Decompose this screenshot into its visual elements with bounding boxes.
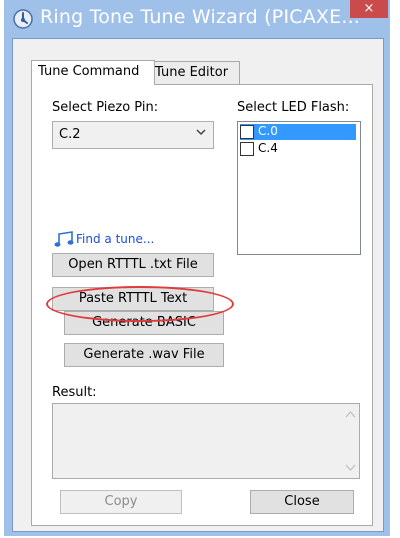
generate-basic-button[interactable]: Generate BASIC [64,311,224,335]
dialog-client-area: Tune Command Tune Editor Select Piezo Pi… [12,38,384,532]
piezo-pin-label: Select Piezo Pin: [52,100,159,115]
wizard-window: Ring Tone Tune Wizard (PICAXE... × Tune … [4,0,390,536]
piezo-pin-select[interactable]: C.2 [52,121,214,149]
led-checkbox-c4[interactable] [240,142,254,156]
result-label: Result: [52,385,97,400]
paste-rtttl-text-button[interactable]: Paste RTTTL Text [52,287,214,311]
piezo-pin-value: C.2 [59,127,81,142]
led-checkbox-c0[interactable] [240,125,254,139]
scroll-down-arrow-icon[interactable] [345,464,356,472]
led-flash-label: Select LED Flash: [237,100,350,115]
find-a-tune-link[interactable]: Find a tune... [76,232,154,246]
copy-button[interactable]: Copy [60,490,182,514]
tune-command-panel: Select Piezo Pin: C.2 Select LED Flash: … [31,84,373,526]
tab-tune-editor[interactable]: Tune Editor [148,61,240,84]
window-title: Ring Tone Tune Wizard (PICAXE... [40,6,361,28]
close-icon: × [363,1,375,16]
music-note-icon [54,231,74,247]
generate-wav-button[interactable]: Generate .wav File [64,343,224,367]
tab-tune-command[interactable]: Tune Command [31,60,155,85]
close-button[interactable]: Close [250,490,354,514]
led-flash-list[interactable]: C.0 C.4 [237,121,361,255]
chevron-down-icon [196,129,206,136]
led-list-item-c4[interactable]: C.4 [240,141,356,157]
scroll-up-arrow-icon[interactable] [345,410,356,418]
ring-tone-app-icon [13,9,33,29]
led-list-item-c0[interactable]: C.0 [240,124,356,140]
open-rtttl-file-button[interactable]: Open RTTTL .txt File [52,253,214,277]
led-item-label: C.4 [258,141,278,155]
result-textbox[interactable] [52,403,360,479]
close-window-button[interactable]: × [350,0,388,18]
result-scrollbar[interactable] [342,404,359,478]
led-item-label: C.0 [258,124,278,138]
title-bar[interactable]: Ring Tone Tune Wizard (PICAXE... × [4,0,390,38]
